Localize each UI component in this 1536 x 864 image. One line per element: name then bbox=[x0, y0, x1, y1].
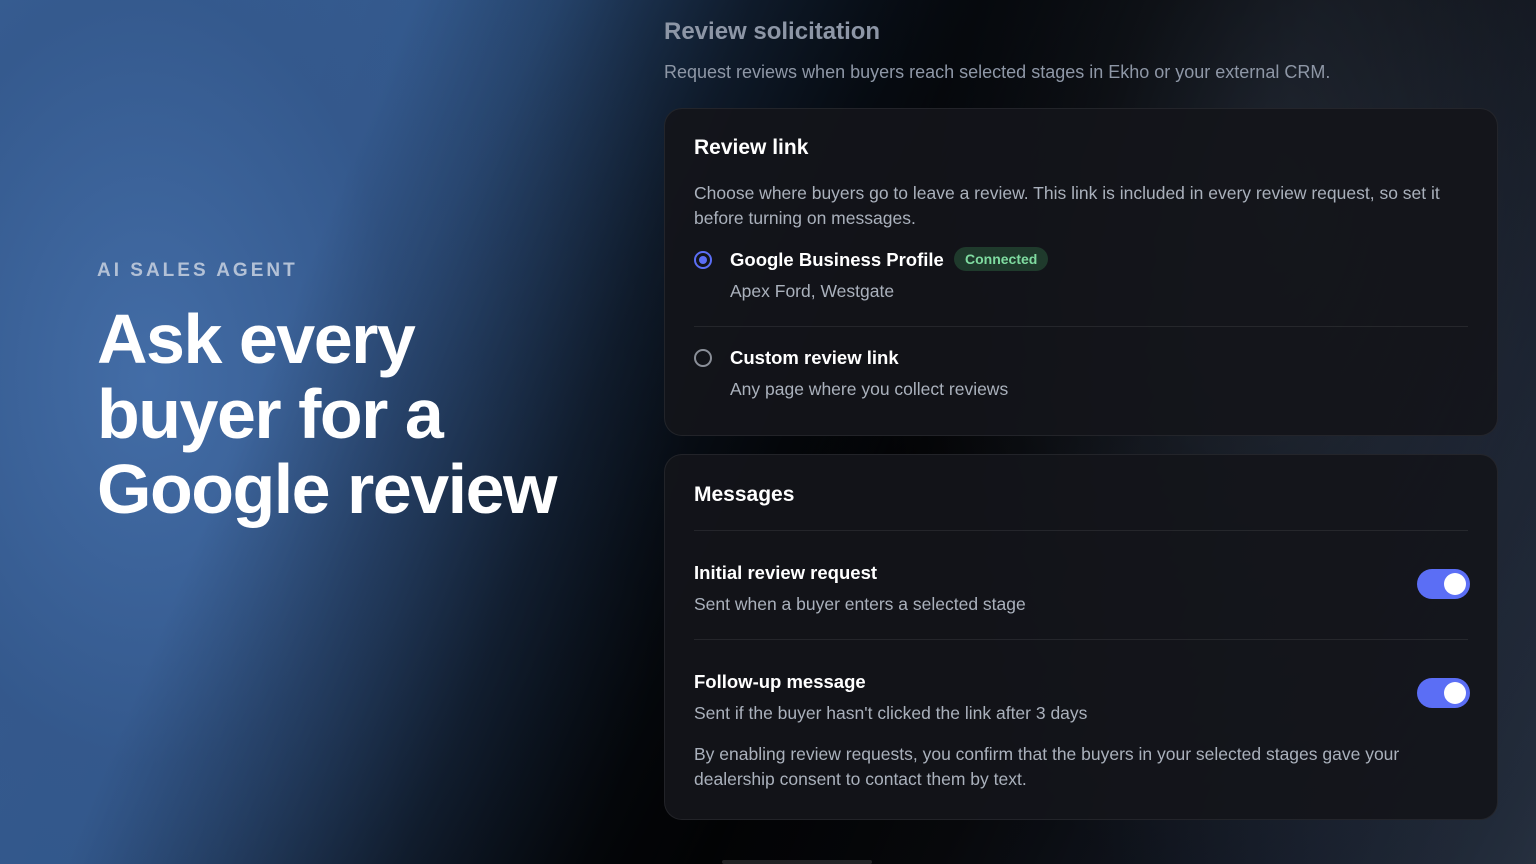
hero-headline: Ask every buyer for a Google review bbox=[97, 300, 557, 528]
divider bbox=[694, 326, 1468, 327]
toggle-knob bbox=[1444, 682, 1466, 704]
option-sub: Apex Ford, Westgate bbox=[730, 281, 895, 301]
messages-card: Messages Initial review request Sent whe… bbox=[664, 454, 1498, 820]
hero-eyebrow: AI SALES AGENT bbox=[97, 260, 298, 281]
divider bbox=[694, 639, 1468, 640]
consent-text: By enabling review requests, you confirm… bbox=[694, 744, 1400, 789]
option-label: Google Business Profile bbox=[730, 249, 944, 270]
message-sub: Sent if the buyer hasn't clicked the lin… bbox=[694, 703, 1088, 723]
bottom-button-edge bbox=[722, 860, 872, 864]
follow-up-toggle[interactable] bbox=[1417, 678, 1470, 708]
hero: AI SALES AGENT Ask every buyer for a Goo… bbox=[97, 260, 557, 527]
messages-title: Messages bbox=[694, 483, 795, 506]
message-title: Initial review request bbox=[694, 562, 878, 583]
option-sub: Any page where you collect reviews bbox=[730, 379, 1009, 399]
initial-request-toggle[interactable] bbox=[1417, 569, 1470, 599]
toggle-knob bbox=[1444, 573, 1466, 595]
option-label: Custom review link bbox=[730, 347, 899, 368]
radio-selected-icon[interactable] bbox=[694, 251, 712, 269]
review-link-description: Choose where buyers go to leave a review… bbox=[694, 183, 1440, 228]
review-link-card: Review link Choose where buyers go to le… bbox=[664, 108, 1498, 436]
section-title: Review solicitation bbox=[664, 18, 881, 45]
review-link-title: Review link bbox=[694, 136, 809, 159]
divider bbox=[694, 530, 1468, 531]
radio-unselected-icon[interactable] bbox=[694, 349, 712, 367]
message-title: Follow-up message bbox=[694, 671, 866, 692]
connected-badge: Connected bbox=[954, 247, 1049, 271]
section-subtitle: Request reviews when buyers reach select… bbox=[664, 62, 1331, 82]
message-sub: Sent when a buyer enters a selected stag… bbox=[694, 594, 1026, 614]
